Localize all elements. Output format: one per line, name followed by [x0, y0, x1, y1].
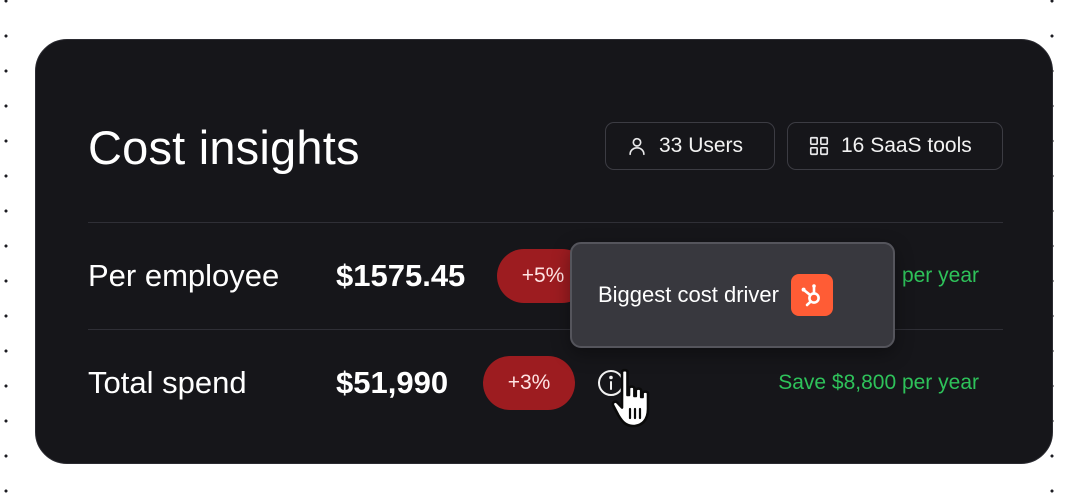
user-icon [626, 135, 648, 157]
savings-text: per year [901, 264, 979, 287]
divider [88, 222, 1003, 223]
row-value: $1575.45 [336, 258, 466, 293]
saas-tools-chip[interactable]: 16 SaaS tools [787, 122, 1003, 170]
cost-insights-card: Cost insights 33 Users 16 SaaS tools Per… [35, 39, 1053, 464]
hand-pointer-cursor-icon [610, 368, 656, 432]
savings-text: Save $8,800 per year [778, 371, 979, 394]
users-chip[interactable]: 33 Users [605, 122, 775, 170]
users-chip-label: 33 Users [659, 134, 744, 157]
biggest-cost-driver-tooltip: Biggest cost driver [570, 242, 895, 348]
card-title: Cost insights [88, 121, 360, 174]
row-value: $51,990 [336, 365, 449, 400]
row-label: Per employee [88, 258, 280, 293]
saas-tools-chip-label: 16 SaaS tools [841, 134, 972, 157]
hubspot-logo-icon [790, 274, 833, 316]
per-employee-row: Per employee $1575.45 +5% per year [36, 246, 1052, 306]
total-spend-row: Total spend $51,990 +3% Save $8,800 per … [36, 353, 1052, 413]
change-badge: +3% [483, 356, 575, 410]
row-label: Total spend [88, 365, 247, 400]
grid-icon [808, 135, 830, 157]
tooltip-text: Biggest cost driver [598, 282, 779, 307]
